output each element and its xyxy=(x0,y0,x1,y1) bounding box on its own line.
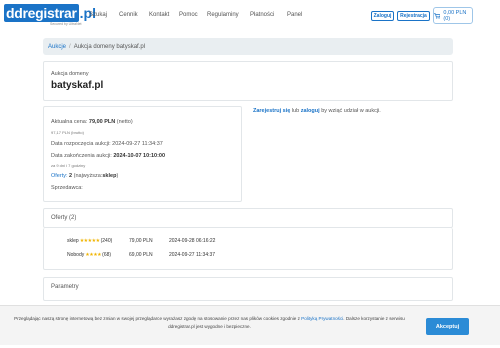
offer-rating: (240) xyxy=(100,238,113,244)
cart-total: 0,00 PLN (0) xyxy=(443,9,467,22)
login-note: Zarejestruj się lub zaloguj by wziąć udz… xyxy=(253,108,381,114)
main-nav: Szukaj Cennik Kontakt Pomoc Regulaminy P… xyxy=(89,12,302,18)
breadcrumb: Aukcje / Aukcja domeny batyskaf.pl xyxy=(43,38,453,55)
nav-cennik[interactable]: Cennik xyxy=(119,12,149,18)
highest-label: (najwyższa: xyxy=(73,173,103,179)
login-link[interactable]: zaloguj xyxy=(301,108,320,114)
rating-stars-icon: ★★★★★ xyxy=(79,238,100,244)
table-row: sklep ★★★★★ (240) 79,00 PLN 2024-09-28 0… xyxy=(44,238,454,248)
offers-title: Oferty (2) xyxy=(51,215,77,221)
login-note-or: lub xyxy=(291,108,300,114)
highest-close: ) xyxy=(116,173,119,179)
cookie-text: Przeglądając naszą stronę internetową be… xyxy=(12,315,407,331)
params-title: Parametry xyxy=(51,284,79,290)
logo-tagline: Secured by UltraNet xyxy=(50,22,82,26)
offers-table: sklep ★★★★★ (240) 79,00 PLN 2024-09-28 0… xyxy=(43,228,453,270)
cookie-text-before: Przeglądając naszą stronę internetową be… xyxy=(14,316,300,321)
nav-regulaminy[interactable]: Regulaminy xyxy=(207,12,250,18)
offer-user[interactable]: Nobody xyxy=(67,252,84,258)
highest-user: sklep xyxy=(102,173,117,179)
offer-price: 69,00 PLN xyxy=(129,252,153,258)
offers-header: Oferty (2) xyxy=(43,208,453,228)
offer-user[interactable]: sklep xyxy=(67,238,79,244)
offers-count[interactable]: 2 xyxy=(69,173,72,179)
offers-link-label[interactable]: Oferty: xyxy=(51,173,68,179)
domain-name: batyskaf.pl xyxy=(51,80,104,91)
breadcrumb-separator: / xyxy=(69,43,71,50)
auction-label: Aukcja domeny xyxy=(51,71,89,77)
offer-date: 2024-09-27 11:34:37 xyxy=(169,252,216,258)
nav-panel[interactable]: Panel xyxy=(287,12,302,18)
params-panel: Parametry xyxy=(43,277,453,301)
nav-kontakt[interactable]: Kontakt xyxy=(149,12,179,18)
register-button[interactable]: Rejestracja xyxy=(397,11,430,21)
breadcrumb-aukcje[interactable]: Aukcje xyxy=(48,44,66,50)
breadcrumb-current: Aukcja domeny batyskaf.pl xyxy=(73,43,146,50)
auction-title-panel: Aukcja domeny batyskaf.pl xyxy=(43,61,453,101)
auction-info-panel: Aktualna cena: 79,00 PLN (netto) 97,17 P… xyxy=(43,106,242,202)
start-date-label: Data rozpoczęcia aukcji: xyxy=(51,141,111,147)
time-remaining: za 9 dni i 7 godziny xyxy=(51,163,86,168)
table-row: Nobody ★★★★ (68) 69,00 PLN 2024-09-27 11… xyxy=(44,252,454,262)
header: ddregistrar .pl Secured by UltraNet Szuk… xyxy=(0,0,500,32)
start-date-value: 2024-09-27 11:34:37 xyxy=(112,141,163,147)
current-price: 79,00 PLN xyxy=(88,119,116,125)
cart-button[interactable]: 0,00 PLN (0) xyxy=(433,7,473,24)
login-note-rest: by wziąć udział w aukcji. xyxy=(321,108,381,114)
cookie-bar: Przeglądając naszą stronę internetową be… xyxy=(0,305,500,345)
rating-stars-icon: ★★★★ xyxy=(85,252,102,258)
seller-label: Sprzedawca: xyxy=(51,185,83,191)
nav-szukaj[interactable]: Szukaj xyxy=(89,12,119,18)
offer-rating: (68) xyxy=(102,252,112,258)
price-gross: 97,17 PLN (brutto) xyxy=(51,130,84,135)
nav-platnosci[interactable]: Płatności xyxy=(250,12,287,18)
current-price-label: Aktualna cena: xyxy=(51,119,88,125)
end-date-value: 2024-10-07 10:10:00 xyxy=(113,153,166,159)
end-date-label: Data zakończenia aukcji: xyxy=(51,153,112,159)
accept-cookies-button[interactable]: Akceptuj xyxy=(426,318,469,335)
register-link[interactable]: Zarejestruj się xyxy=(253,108,290,114)
cart-icon xyxy=(434,12,441,19)
nav-pomoc[interactable]: Pomoc xyxy=(179,12,207,18)
price-net-label: (netto) xyxy=(116,119,133,125)
offer-price: 79,00 PLN xyxy=(129,238,153,244)
offer-date: 2024-09-28 06:16:22 xyxy=(169,238,216,244)
logo-name: ddregistrar xyxy=(4,4,79,22)
login-button[interactable]: Zaloguj xyxy=(371,11,394,21)
privacy-policy-link[interactable]: Polityką Prywatności xyxy=(301,316,343,321)
